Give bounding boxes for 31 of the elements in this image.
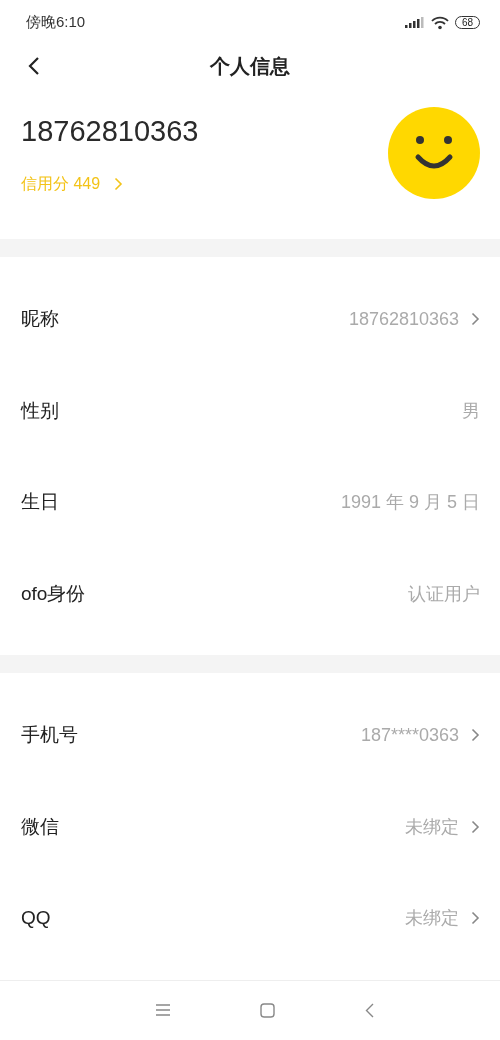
signal-icon — [404, 16, 425, 29]
row-value: 18762810363 — [348, 308, 459, 330]
phone-number: 18762810363 — [21, 114, 199, 148]
row-value: 男 — [462, 399, 480, 423]
smiley-avatar-icon[interactable] — [388, 106, 480, 199]
wifi-icon — [430, 15, 449, 30]
settings-row[interactable]: 生日 1991 年 9 月 5 日 — [0, 456, 500, 548]
row-label: 性别 — [21, 398, 59, 423]
settings-row[interactable]: ofo身份 认证用户 — [0, 547, 500, 640]
row-label: 微信 — [21, 814, 59, 839]
settings-row[interactable]: 性别 男 — [0, 364, 500, 457]
row-label: QQ — [21, 907, 51, 929]
back-icon[interactable] — [28, 56, 40, 77]
page-title: 个人信息 — [210, 53, 290, 79]
row-value: 187****0363 — [360, 724, 459, 746]
status-time: 傍晚6:10 — [26, 13, 86, 33]
row-label: 生日 — [21, 490, 59, 514]
settings-row[interactable]: 昵称 18762810363 — [0, 273, 500, 365]
chevron-icon — [114, 177, 124, 192]
settings-row[interactable]: 手机号 187****0363 — [0, 689, 500, 781]
row-value: 未绑定 — [405, 907, 459, 930]
menu-icon[interactable] — [156, 1004, 170, 1017]
row-value: 未绑定 — [405, 815, 459, 839]
settings-row[interactable]: 微信 未绑定 — [0, 780, 500, 873]
row-value: 1991 年 9 月 5 日 — [340, 491, 480, 514]
row-label: 手机号 — [21, 723, 78, 747]
row-value: 认证用户 — [408, 582, 480, 606]
row-label: 昵称 — [21, 307, 59, 331]
home-icon[interactable] — [260, 1002, 275, 1018]
row-label: ofo身份 — [21, 581, 86, 606]
settings-row[interactable]: QQ 未绑定 — [0, 872, 500, 964]
